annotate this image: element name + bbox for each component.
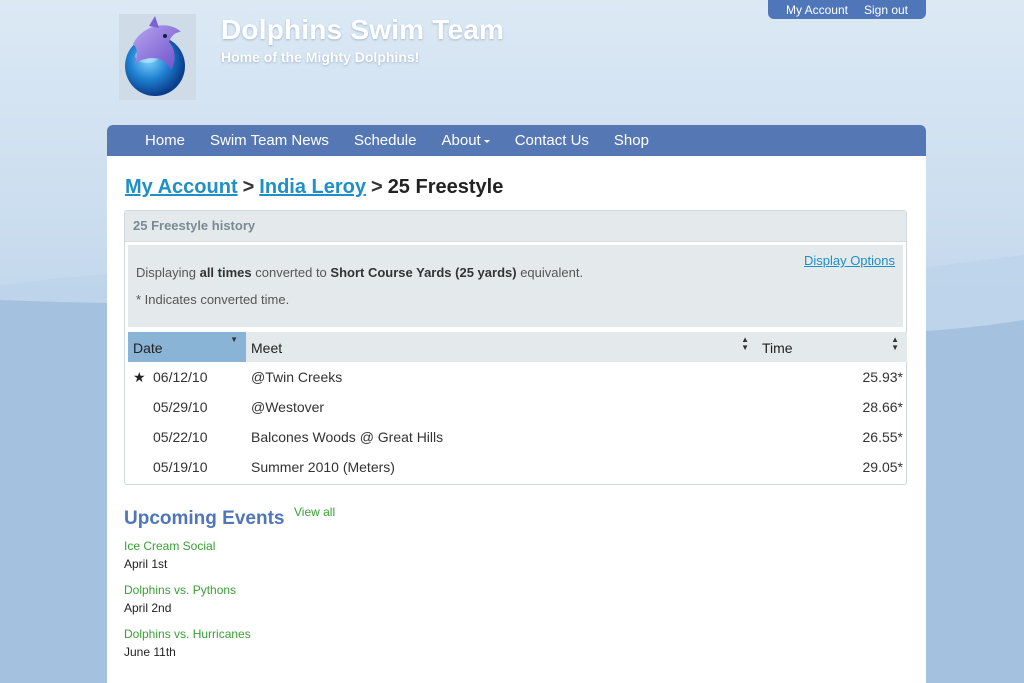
nav-home[interactable]: Home: [145, 132, 185, 149]
converted-time-note: * Indicates converted time.: [136, 292, 290, 307]
nav-about[interactable]: About: [442, 132, 490, 149]
breadcrumb-my-account[interactable]: My Account: [125, 176, 238, 198]
event-link[interactable]: Dolphins vs. Hurricanes: [124, 626, 424, 642]
nav-swim-team-news[interactable]: Swim Team News: [210, 132, 329, 149]
main-content: My Account > India Leroy >25 Freestyle 25 F…: [107, 156, 926, 683]
row-meet: @Westover: [251, 399, 325, 415]
notice-bold-all-times: all times: [199, 265, 252, 280]
dolphin-globe-icon: [125, 16, 185, 96]
row-date: 05/19/10: [153, 459, 208, 475]
column-header-meet-label: Meet: [251, 340, 283, 356]
caret-down-icon: [483, 139, 490, 143]
site-title: Dolphins Swim Team: [221, 14, 505, 45]
row-time: 26.55*: [862, 429, 903, 445]
row-meet: Balcones Woods @ Great Hills: [251, 429, 444, 445]
column-header-date[interactable]: Date ▼: [128, 332, 246, 362]
nav-shop[interactable]: Shop: [614, 132, 649, 149]
event-date: June 11th: [124, 645, 176, 659]
sort-both-icon: ▲ ▼: [891, 335, 899, 352]
breadcrumb-separator: >: [242, 176, 255, 198]
row-time: 29.05*: [862, 459, 903, 475]
row-date: 05/29/10: [153, 399, 208, 415]
sign-out-link[interactable]: Sign out: [864, 3, 908, 17]
nav-schedule[interactable]: Schedule: [354, 132, 417, 149]
row-meet: @Twin Creeks: [251, 369, 343, 385]
event-link[interactable]: Ice Cream Social: [124, 538, 424, 554]
breadcrumb-swimmer[interactable]: India Leroy: [259, 176, 366, 198]
row-time: 25.93*: [862, 369, 903, 385]
notice-mid: converted to: [251, 265, 331, 280]
list-item: Dolphins vs. Pythons April 2nd: [124, 582, 424, 626]
row-time: 28.66*: [862, 399, 903, 415]
site-tagline: Home of the Mighty Dolphins!: [221, 49, 420, 65]
my-account-link[interactable]: My Account: [786, 3, 848, 17]
table-row: 05/29/10 @Westover 28.66*: [128, 392, 907, 422]
breadcrumb: My Account > India Leroy >25 Freestyle: [125, 176, 503, 199]
history-table: Date ▼ Meet ▲ ▼ Time ▲ ▼ ★ 06/12/10 @Twin Cree…: [128, 332, 907, 482]
list-item: Ice Cream Social April 1st: [124, 538, 424, 582]
list-item: Dolphins vs. Hurricanes June 11th: [124, 626, 424, 670]
page-title: 25 Freestyle: [387, 176, 504, 198]
event-date: April 1st: [124, 557, 168, 571]
upcoming-events-title: Upcoming Events: [124, 508, 285, 529]
conversion-notice: Displaying all times converted to Short …: [128, 245, 903, 327]
notice-suffix: equivalent.: [516, 265, 584, 280]
display-options-link[interactable]: Display Options: [804, 253, 895, 268]
row-date-value: 06/12/10: [153, 369, 208, 385]
upcoming-events-section: Upcoming Events View all: [124, 505, 335, 530]
row-date: 05/22/10: [153, 429, 208, 445]
column-header-date-label: Date: [133, 340, 163, 356]
column-header-time[interactable]: Time ▲ ▼: [757, 332, 907, 362]
notice-text: Displaying all times converted to Short …: [136, 265, 583, 280]
history-panel: 25 Freestyle history Displaying all time…: [124, 210, 907, 485]
event-date: April 2nd: [124, 601, 172, 615]
nav-about-label: About: [441, 132, 481, 149]
main-nav: Home Swim Team News Schedule About Conta…: [107, 125, 926, 156]
event-link[interactable]: Dolphins vs. Pythons: [124, 582, 424, 598]
nav-contact-us[interactable]: Contact Us: [515, 132, 589, 149]
account-bar: My Account Sign out: [768, 0, 926, 19]
sort-desc-icon: ▼: [230, 335, 238, 344]
event-list: Ice Cream Social April 1st Dolphins vs. …: [124, 538, 424, 670]
notice-bold-course: Short Course Yards (25 yards): [330, 265, 517, 280]
table-row: ★ 06/12/10 @Twin Creeks 25.93*: [128, 362, 907, 392]
panel-title: 25 Freestyle history: [125, 211, 906, 242]
column-header-time-label: Time: [762, 340, 793, 356]
column-header-meet[interactable]: Meet ▲ ▼: [246, 332, 757, 362]
star-icon: ★: [133, 369, 146, 385]
row-date: ★ 06/12/10: [128, 362, 246, 392]
notice-prefix: Displaying: [136, 265, 200, 280]
sort-both-icon: ▲ ▼: [741, 335, 749, 352]
table-row: 05/19/10 Summer 2010 (Meters) 29.05*: [128, 452, 907, 482]
dolphin-logo[interactable]: [119, 14, 196, 100]
page-container: Dolphins Swim Team Home of the Mighty Do…: [107, 0, 926, 683]
table-row: 05/22/10 Balcones Woods @ Great Hills 26…: [128, 422, 907, 452]
row-meet: Summer 2010 (Meters): [251, 459, 395, 475]
breadcrumb-separator: >: [371, 176, 383, 198]
view-all-events-link[interactable]: View all: [294, 505, 335, 519]
